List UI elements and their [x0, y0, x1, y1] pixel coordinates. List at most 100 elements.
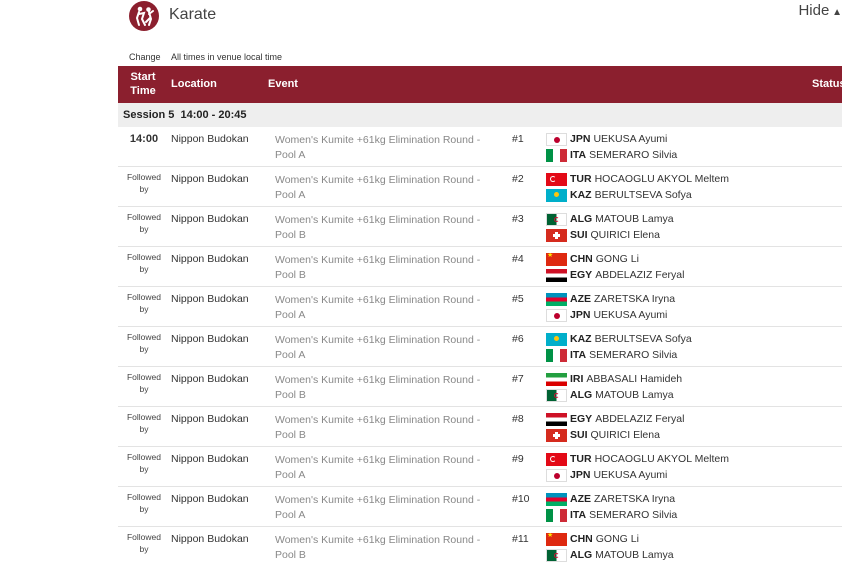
- event-name[interactable]: Women's Kumite +61kg Elimination Round -…: [275, 253, 503, 283]
- table-row[interactable]: Followed by Nippon Budokan Women's Kumite …: [118, 327, 842, 367]
- athlete[interactable]: TUR HOCAOGLU AKYOL Meltem: [546, 172, 729, 186]
- table-row[interactable]: Followed by Nippon Budokan Women's Kumite …: [118, 367, 842, 407]
- athlete[interactable]: EGY ABDELAZIZ Feryal: [546, 268, 684, 282]
- athlete-name: SEMERARO Silvia: [589, 509, 678, 521]
- athlete-name: HOCAOGLU AKYOL Meltem: [594, 453, 729, 465]
- table-row[interactable]: Followed by Nippon Budokan Women's Kumite …: [118, 447, 842, 487]
- athlete-name: MATOUB Lamya: [595, 549, 674, 561]
- bout-number: #9: [512, 453, 524, 465]
- table-row[interactable]: Followed by Nippon Budokan Women's Kumite …: [118, 167, 842, 207]
- start-time: Followed by: [126, 252, 162, 274]
- athlete-name: BERULTSEVA Sofya: [594, 333, 692, 345]
- noc-code: SUI: [570, 229, 588, 241]
- hide-label: Hide: [798, 2, 830, 19]
- athlete[interactable]: IRI ABBASALI Hamideh: [546, 372, 682, 386]
- athlete[interactable]: KAZ BERULTSEVA Sofya: [546, 188, 692, 202]
- alg-flag-icon: [546, 388, 567, 402]
- bout-number: #5: [512, 293, 524, 305]
- athlete-name: ABBASALI Hamideh: [586, 373, 683, 385]
- athlete[interactable]: TUR HOCAOGLU AKYOL Meltem: [546, 452, 729, 466]
- event-name[interactable]: Women's Kumite +61kg Elimination Round -…: [275, 333, 503, 363]
- bout-number: #10: [512, 493, 530, 505]
- event-name[interactable]: Women's Kumite +61kg Elimination Round -…: [275, 453, 503, 483]
- athlete[interactable]: ITA SEMERARO Silvia: [546, 148, 677, 162]
- noc-code: TUR: [570, 453, 592, 465]
- start-time: Followed by: [126, 492, 162, 514]
- athlete[interactable]: SUI QUIRICI Elena: [546, 428, 660, 442]
- event-name[interactable]: Women's Kumite +61kg Elimination Round -…: [275, 133, 503, 163]
- athlete[interactable]: ALG MATOUB Lamya: [546, 212, 674, 226]
- athlete-name: MATOUB Lamya: [595, 213, 674, 225]
- event-name[interactable]: Women's Kumite +61kg Elimination Round -…: [275, 413, 503, 443]
- start-time: Followed by: [126, 212, 162, 234]
- athlete-name: SEMERARO Silvia: [589, 349, 678, 361]
- athlete-name: ABDELAZIZ Feryal: [595, 413, 685, 425]
- athlete-name: MATOUB Lamya: [595, 389, 674, 401]
- jpn-flag-icon: [546, 132, 567, 146]
- athlete-name: GONG Li: [595, 253, 639, 265]
- athlete[interactable]: JPN UEKUSA Ayumi: [546, 308, 667, 322]
- athlete-name: ABDELAZIZ Feryal: [595, 269, 685, 281]
- location: Nippon Budokan: [171, 213, 249, 225]
- start-time: Followed by: [126, 172, 162, 194]
- bout-number: #1: [512, 133, 524, 145]
- jpn-flag-icon: [546, 308, 567, 322]
- bout-number: #6: [512, 333, 524, 345]
- start-time: Followed by: [126, 292, 162, 314]
- event-name[interactable]: Women's Kumite +61kg Elimination Round -…: [275, 213, 503, 243]
- chn-flag-icon: [546, 532, 567, 546]
- noc-code: JPN: [570, 469, 591, 481]
- noc-code: JPN: [570, 133, 591, 145]
- event-name[interactable]: Women's Kumite +61kg Elimination Round -…: [275, 173, 503, 203]
- change-timezone-link[interactable]: Change: [129, 52, 161, 62]
- start-time: Followed by: [126, 372, 162, 394]
- event-name[interactable]: Women's Kumite +61kg Elimination Round -…: [275, 293, 503, 323]
- start-time: Followed by: [126, 532, 162, 554]
- location: Nippon Budokan: [171, 253, 249, 265]
- athlete-name: BERULTSEVA Sofya: [594, 189, 692, 201]
- noc-code: KAZ: [570, 189, 592, 201]
- athlete[interactable]: ITA SEMERARO Silvia: [546, 348, 677, 362]
- table-row[interactable]: 14:00 Nippon Budokan Women's Kumite +61kg …: [118, 127, 842, 167]
- athlete[interactable]: AZE ZARETSKA Iryna: [546, 292, 675, 306]
- athlete[interactable]: JPN UEKUSA Ayumi: [546, 468, 667, 482]
- tur-flag-icon: [546, 172, 567, 186]
- event-name[interactable]: Women's Kumite +61kg Elimination Round -…: [275, 373, 503, 403]
- athlete[interactable]: ITA SEMERARO Silvia: [546, 508, 677, 522]
- athlete[interactable]: CHNGONG Li: [546, 252, 639, 266]
- kaz-flag-icon: [546, 332, 567, 346]
- karate-pictogram-icon: [129, 1, 159, 31]
- table-row[interactable]: Followed by Nippon Budokan Women's Kumite …: [118, 287, 842, 327]
- hide-button[interactable]: Hide ▲: [798, 2, 842, 19]
- sport-header: Karate Hide ▲: [118, 0, 842, 34]
- event-name[interactable]: Women's Kumite +61kg Elimination Round -…: [275, 533, 503, 563]
- athlete[interactable]: CHNGONG Li: [546, 532, 639, 546]
- egy-flag-icon: [546, 268, 567, 282]
- bout-number: #11: [512, 533, 529, 545]
- athlete[interactable]: SUI QUIRICI Elena: [546, 228, 660, 242]
- table-row[interactable]: Followed by Nippon Budokan Women's Kumite …: [118, 247, 842, 287]
- bout-number: #7: [512, 373, 524, 385]
- location: Nippon Budokan: [171, 173, 249, 185]
- column-start-time: Start Time: [130, 71, 156, 97]
- aze-flag-icon: [546, 492, 567, 506]
- event-name[interactable]: Women's Kumite +61kg Elimination Round -…: [275, 493, 503, 523]
- start-time: Followed by: [126, 332, 162, 354]
- noc-code: AZE: [570, 293, 591, 305]
- athlete[interactable]: EGY ABDELAZIZ Feryal: [546, 412, 684, 426]
- athlete[interactable]: JPN UEKUSA Ayumi: [546, 132, 667, 146]
- table-row[interactable]: Followed by Nippon Budokan Women's Kumite …: [118, 487, 842, 527]
- athlete[interactable]: KAZ BERULTSEVA Sofya: [546, 332, 692, 346]
- table-row[interactable]: Followed by Nippon Budokan Women's Kumite …: [118, 527, 842, 563]
- athlete-name: UEKUSA Ayumi: [593, 469, 668, 481]
- athlete[interactable]: AZE ZARETSKA Iryna: [546, 492, 675, 506]
- location: Nippon Budokan: [171, 533, 249, 545]
- table-row[interactable]: Followed by Nippon Budokan Women's Kumite …: [118, 207, 842, 247]
- sui-flag-icon: [546, 428, 567, 442]
- table-row[interactable]: Followed by Nippon Budokan Women's Kumite …: [118, 407, 842, 447]
- location: Nippon Budokan: [171, 493, 249, 505]
- noc-code: ALG: [570, 213, 593, 225]
- athlete[interactable]: ALG MATOUB Lamya: [546, 388, 674, 402]
- aze-flag-icon: [546, 292, 567, 306]
- athlete[interactable]: ALG MATOUB Lamya: [546, 548, 674, 562]
